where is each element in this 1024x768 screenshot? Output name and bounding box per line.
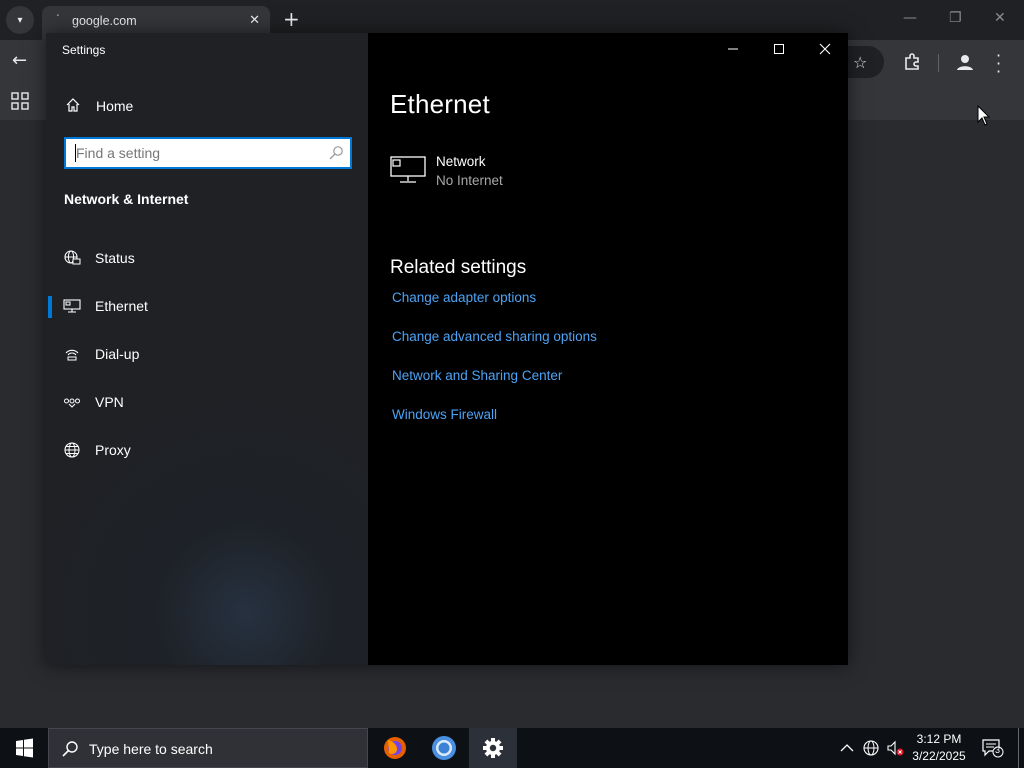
section-heading: Network & Internet [64,191,189,207]
sidebar-item-status[interactable]: Status [46,238,368,278]
text-caret [75,144,76,162]
windows-firewall-link[interactable]: Windows Firewall [392,407,497,422]
home-label: Home [96,98,134,114]
browser-close-icon[interactable]: ✕ [994,10,1006,26]
sidebar-item-label: VPN [95,394,124,410]
dialup-icon [65,349,79,361]
apps-icon[interactable] [11,92,29,110]
sidebar-item-label: Proxy [95,442,131,458]
show-desktop-button[interactable] [1018,728,1019,768]
star-icon[interactable]: ☆ [853,53,867,72]
ethernet-network-icon [390,156,426,183]
settings-content: Ethernet Network No Internet Related set… [368,33,848,665]
profile-icon[interactable] [955,52,975,72]
browser-tab-title: google.com [72,14,137,28]
sidebar-item-vpn[interactable]: VPN [46,382,368,422]
change-advanced-sharing-link[interactable]: Change advanced sharing options [392,329,597,344]
mouse-cursor-icon [977,105,991,126]
network-name: Network [436,154,486,169]
network-globe-icon[interactable] [862,739,880,757]
browser-minimize-icon[interactable]: — [903,10,917,26]
notification-center-icon[interactable]: 3 [982,738,1004,758]
home-nav-item[interactable]: Home [46,89,368,123]
tab-search-icon[interactable]: ▾ [6,6,34,34]
globe-icon [64,442,80,458]
search-icon [62,741,78,757]
window-title: Settings [62,43,106,57]
toolbar-divider [938,54,939,72]
settings-window: Settings Home Network & Internet Sta [46,33,848,665]
clock-time: 3:12 PM [916,732,962,746]
taskbar-search-text: Type here to search [89,741,213,757]
chevron-up-icon[interactable] [838,739,856,757]
taskbar: Type here to search 3:12 PM 3/22/2025 3 [0,728,1024,768]
system-clock[interactable]: 3:12 PM 3/22/2025 [906,731,972,765]
notification-count: 3 [995,745,1001,755]
settings-gear-icon[interactable] [469,728,517,768]
vpn-icon [64,398,80,408]
globe-status-icon [64,250,81,265]
search-input[interactable] [66,139,326,167]
chrome-icon[interactable] [420,728,468,768]
message-icon [982,739,1004,758]
settings-sidebar: Settings Home Network & Internet Sta [46,33,368,665]
close-icon[interactable] [810,39,840,59]
firefox-icon[interactable] [371,728,419,768]
sidebar-item-proxy[interactable]: Proxy [46,430,368,470]
network-sharing-center-link[interactable]: Network and Sharing Center [392,368,562,383]
related-settings-heading: Related settings [390,257,527,278]
clock-date: 3/22/2025 [912,749,966,763]
sidebar-item-dialup[interactable]: Dial-up [46,334,368,374]
loading-favicon-icon: ⠂ [56,12,63,22]
browser-restore-icon[interactable]: ❐ [949,10,962,26]
sidebar-item-label: Dial-up [95,346,140,362]
find-setting-search[interactable] [64,137,352,169]
search-icon[interactable] [328,145,344,161]
home-icon [66,98,80,112]
network-status: No Internet [436,173,503,188]
network-connection[interactable]: Network No Internet [390,151,690,195]
sidebar-item-ethernet[interactable]: Ethernet [46,286,368,326]
sidebar-item-label: Ethernet [95,298,148,314]
maximize-icon[interactable] [764,39,794,59]
back-icon[interactable]: ← [12,50,27,71]
minimize-icon[interactable] [718,39,748,59]
windows-start-icon[interactable] [0,728,48,768]
sidebar-item-label: Status [95,250,135,266]
volume-muted-icon[interactable] [886,739,904,757]
extensions-icon[interactable] [903,52,921,70]
change-adapter-options-link[interactable]: Change adapter options [392,290,536,305]
taskbar-search[interactable]: Type here to search [48,728,368,768]
page-title: Ethernet [390,89,490,119]
menu-icon[interactable]: · · · [996,48,1001,80]
ethernet-icon [63,299,81,313]
tab-close-icon[interactable]: ✕ [249,13,260,28]
new-tab-button[interactable]: + [283,8,300,30]
